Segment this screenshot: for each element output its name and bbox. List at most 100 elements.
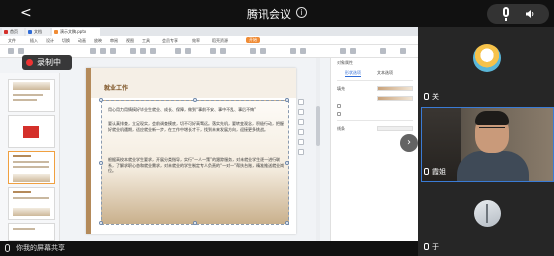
toolbar-icon[interactable]: [220, 48, 226, 54]
option-checkbox[interactable]: [337, 112, 341, 116]
participant-avatar[interactable]: [474, 200, 501, 227]
panel-tab-shape[interactable]: 形状选项: [345, 70, 361, 77]
toolbar-icon[interactable]: [130, 48, 136, 54]
thumbnail-line: [13, 161, 49, 163]
participant-avatar[interactable]: [473, 44, 501, 72]
menu-item[interactable]: 会员专享: [162, 36, 178, 45]
menu-item[interactable]: 文件: [8, 36, 16, 45]
toolbar-icon[interactable]: [350, 48, 356, 54]
toolbar-icon[interactable]: [175, 48, 181, 54]
shape-tool-icon[interactable]: [298, 149, 304, 155]
tab-icon: [28, 30, 32, 34]
shape-tool-icon[interactable]: [298, 99, 304, 105]
gradient-stop-swatch[interactable]: [377, 96, 413, 101]
slide-text-box[interactable]: 用心用力用情搞好毕业生就业、成长、保障，做到“事前不安、事中不乱、事后不悔” 要…: [99, 98, 289, 225]
resize-handle[interactable]: [285, 98, 289, 102]
panel-title: 对象属性: [337, 60, 353, 65]
slide-thumbnail[interactable]: [8, 79, 55, 112]
scrollbar-thumb[interactable]: [316, 106, 320, 146]
menu-item-start[interactable]: 开始: [246, 37, 260, 43]
slide-thumbnail[interactable]: [8, 223, 55, 241]
shape-tool-icon[interactable]: [298, 139, 304, 145]
screen-share-bar[interactable]: 你我的屏幕共享: [0, 241, 418, 256]
menu-item[interactable]: 插入: [30, 36, 38, 45]
app-menu-bar: 文件 开始 插入 设计 切换 动画 放映 审阅 视图 工具 会员专享 效率 稻壳…: [0, 36, 418, 45]
resize-handle[interactable]: [285, 221, 289, 225]
app-tab[interactable]: 文档: [26, 28, 50, 36]
thumbnail-line: [13, 197, 49, 199]
thumbnail-red-block: [23, 126, 39, 138]
menu-item[interactable]: 放映: [94, 36, 102, 45]
participant-name: 于: [432, 243, 439, 251]
toolbar-icon[interactable]: [90, 48, 96, 54]
participant-name-tag: 关: [424, 93, 439, 102]
thumbnail-line: [13, 228, 35, 230]
meeting-window: < 腾讯会议 i 首页 文档 演示文稿.pptx 文件 开始 插入 设计 切换 …: [0, 0, 554, 256]
toolbar-icon[interactable]: [380, 48, 386, 54]
microphone-icon: [424, 93, 429, 100]
meeting-title: 腾讯会议: [247, 8, 291, 21]
toolbar-icon[interactable]: [140, 48, 146, 54]
toolbar-icon[interactable]: [185, 48, 191, 54]
shape-tool-icon[interactable]: [298, 119, 304, 125]
resize-handle[interactable]: [99, 221, 103, 225]
slide-thumbnail-selected[interactable]: [8, 151, 55, 184]
menu-item[interactable]: 稻壳资源: [212, 36, 228, 45]
slide-thumbnail[interactable]: [8, 115, 55, 148]
slide-canvas[interactable]: 就业工作 用心用力用情搞好毕业生就业、成长、保障，做到“事前不安、事中不乱、事后…: [86, 68, 296, 234]
menu-item[interactable]: 审阅: [110, 36, 118, 45]
resize-handle[interactable]: [285, 161, 289, 165]
app-tab[interactable]: 首页: [2, 28, 24, 36]
menu-item[interactable]: 视图: [126, 36, 134, 45]
toolbar-icon[interactable]: [340, 48, 346, 54]
thumbnail-line: [13, 94, 43, 96]
toolbar-icon[interactable]: [18, 48, 24, 54]
collapse-chevron-icon[interactable]: ›: [400, 134, 418, 152]
thumbnail-line: [13, 99, 37, 101]
line-style-swatch[interactable]: [377, 126, 413, 131]
share-label: 你我的屏幕共享: [16, 244, 65, 252]
slide-thumbnail[interactable]: [8, 187, 55, 220]
avatar-tree-shape: [486, 204, 488, 223]
participant-name-tag: 于: [424, 243, 439, 252]
toolbar-icon[interactable]: [100, 48, 106, 54]
resize-handle[interactable]: [99, 161, 103, 165]
back-chevron-icon[interactable]: <: [20, 5, 32, 21]
shape-tool-icon[interactable]: [298, 129, 304, 135]
menu-item[interactable]: 工具: [142, 36, 150, 45]
toolbar-icon[interactable]: [150, 48, 156, 54]
resize-handle[interactable]: [99, 98, 103, 102]
toolbar-icon[interactable]: [400, 48, 406, 54]
option-checkbox[interactable]: [337, 104, 341, 108]
participant-name: 关: [432, 93, 439, 101]
microphone-icon[interactable]: [503, 7, 509, 17]
toolbar-icon[interactable]: [290, 48, 296, 54]
toolbar-icon[interactable]: [8, 48, 14, 54]
editor-scrollbar[interactable]: [316, 58, 320, 241]
resize-handle[interactable]: [193, 221, 197, 225]
thumbnail-band: [13, 174, 50, 182]
resize-handle[interactable]: [193, 98, 197, 102]
menu-item[interactable]: 动画: [78, 36, 86, 45]
toolbar-icon[interactable]: [110, 48, 116, 54]
participant-name-tag: 霞姐: [424, 168, 446, 177]
shape-tool-icon[interactable]: [298, 109, 304, 115]
tab-label: 演示文稿.pptx: [60, 29, 87, 34]
menu-item[interactable]: 设计: [46, 36, 54, 45]
app-tab-active[interactable]: 演示文稿.pptx: [52, 28, 100, 36]
menu-item[interactable]: 效率: [192, 36, 200, 45]
info-icon[interactable]: i: [296, 7, 307, 18]
slide-bullet: 用心用力用情搞好毕业生就业、成长、保障，做到“事前不安、事中不乱、事后不悔”: [108, 107, 257, 112]
speaker-icon[interactable]: [525, 9, 535, 19]
toolbar-icon[interactable]: [260, 48, 266, 54]
toolbar-icon[interactable]: [300, 48, 306, 54]
panel-tab-text[interactable]: 文本选项: [377, 70, 393, 76]
toolbar-icon[interactable]: [250, 48, 256, 54]
menu-item[interactable]: 切换: [62, 36, 70, 45]
tab-icon: [54, 30, 58, 34]
microphone-icon: [424, 168, 429, 175]
fill-gradient-swatch[interactable]: [377, 86, 413, 91]
app-tab-strip: 首页 文档 演示文稿.pptx: [0, 27, 418, 36]
thumbnail-line: [13, 166, 49, 168]
toolbar-icon[interactable]: [210, 48, 216, 54]
